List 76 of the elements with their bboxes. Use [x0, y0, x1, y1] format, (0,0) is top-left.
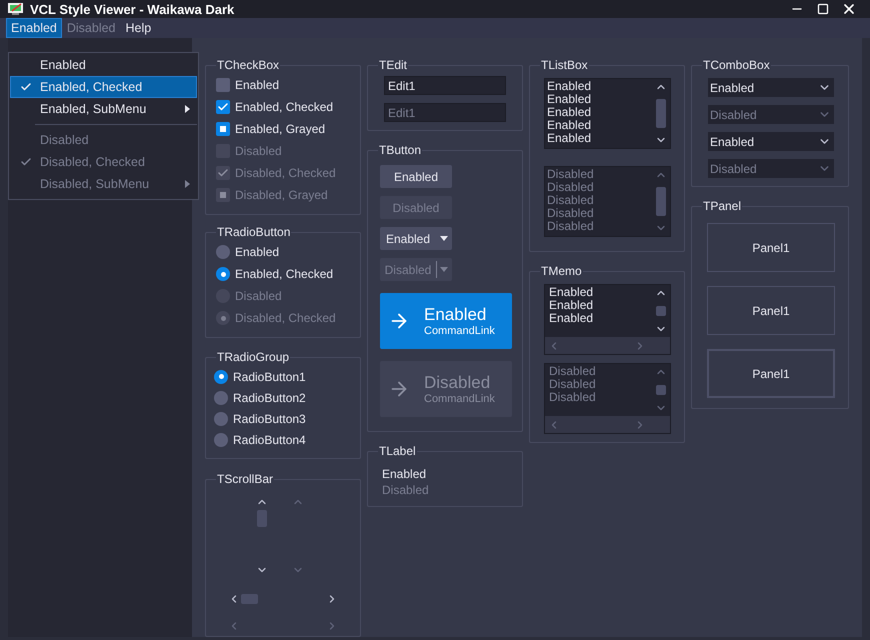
radio-label: Enabled, Checked: [235, 267, 334, 281]
memo-line: Disabled: [549, 378, 597, 391]
radio-button[interactable]: [214, 432, 228, 446]
submenu-arrow-icon: [185, 180, 190, 188]
check-icon: [20, 156, 32, 168]
memo-box[interactable]: Enabled Enabled Enabled: [544, 284, 671, 355]
combo-box[interactable]: Enabled: [708, 132, 834, 151]
panel: Panel1: [707, 286, 835, 335]
app-logo-icon: [8, 2, 24, 16]
command-link-button[interactable]: Enabled CommandLink: [380, 293, 512, 349]
caret-icon: [440, 236, 448, 241]
group-title: TMemo: [540, 264, 583, 278]
caret-icon: [440, 267, 448, 272]
radio-label: RadioButton1: [233, 370, 306, 384]
memo-line: Disabled: [549, 365, 597, 378]
scroll-thumb[interactable]: [656, 99, 666, 128]
push-button[interactable]: Enabled: [380, 165, 452, 188]
list-item[interactable]: Enabled: [547, 119, 650, 132]
text-field[interactable]: Edit1: [384, 76, 506, 95]
memo-line: Disabled: [549, 391, 597, 404]
radio-button[interactable]: [214, 412, 228, 426]
scroll-thumb[interactable]: [656, 306, 666, 316]
group-title: TLabel: [378, 444, 417, 458]
checkbox-label: Disabled: [235, 144, 282, 158]
group-title: TRadioButton: [216, 225, 292, 239]
combo-box[interactable]: Enabled: [708, 78, 834, 97]
radio-button[interactable]: [214, 370, 228, 384]
panel: Panel1: [707, 349, 835, 398]
checkbox-label: Enabled, Grayed: [235, 122, 326, 136]
group-title: TComboBox: [702, 58, 771, 72]
list-item[interactable]: Enabled: [547, 93, 650, 106]
radio-label: RadioButton3: [233, 412, 306, 426]
radio-label: Disabled: [235, 289, 282, 303]
memo-line: Enabled: [549, 312, 594, 325]
checkbox[interactable]: [216, 122, 230, 136]
radio-label: RadioButton4: [233, 432, 306, 446]
scroll-thumb[interactable]: [241, 594, 258, 604]
group-title: TEdit: [378, 58, 408, 72]
menu-item[interactable]: Enabled: [10, 54, 197, 76]
submenu-arrow-icon: [185, 105, 190, 113]
menu-item[interactable]: Enabled, Checked: [10, 76, 197, 98]
close-icon: [841, 1, 857, 17]
group-title: TScrollBar: [216, 472, 274, 486]
window-title: VCL Style Viewer - Waikawa Dark: [30, 2, 236, 16]
group-title: TPanel: [702, 199, 742, 213]
text-label: Disabled: [382, 482, 430, 498]
group-title: TListBox: [540, 58, 589, 72]
group-title: TCheckBox: [216, 58, 280, 72]
memo-line: Enabled: [549, 299, 594, 312]
check-icon: [20, 81, 32, 93]
list-item[interactable]: Enabled: [547, 106, 650, 119]
maximize-icon: [817, 3, 829, 15]
radio-label: Disabled, Checked: [235, 311, 336, 325]
checkbox[interactable]: [216, 78, 230, 92]
group-title: TRadioGroup: [216, 350, 290, 364]
text-label: Enabled: [382, 466, 428, 482]
radio-label: Enabled: [235, 245, 280, 259]
list-item[interactable]: Enabled: [547, 132, 650, 145]
radio-button[interactable]: [216, 245, 230, 259]
menu-title[interactable]: Enabled: [6, 18, 62, 38]
menu-item[interactable]: Enabled, SubMenu: [10, 98, 197, 120]
checkbox-label: Disabled, Checked: [235, 166, 336, 180]
list-box[interactable]: Enabled Enabled Enabled Enabled Enabled: [544, 78, 671, 149]
checkbox-label: Enabled: [235, 78, 280, 92]
group-title: TButton: [378, 143, 422, 157]
radio-button[interactable]: [216, 267, 230, 281]
checkbox-label: Disabled, Grayed: [235, 188, 328, 202]
scroll-thumb[interactable]: [257, 510, 267, 527]
radio-button[interactable]: [214, 390, 228, 404]
radio-label: RadioButton2: [233, 390, 306, 404]
checkbox-label: Enabled, Checked: [235, 100, 334, 114]
menu-title[interactable]: Help: [120, 18, 156, 38]
memo-line: Enabled: [549, 286, 594, 299]
panel: Panel1: [707, 223, 835, 272]
checkbox[interactable]: [216, 100, 230, 114]
list-item[interactable]: Enabled: [547, 80, 650, 93]
